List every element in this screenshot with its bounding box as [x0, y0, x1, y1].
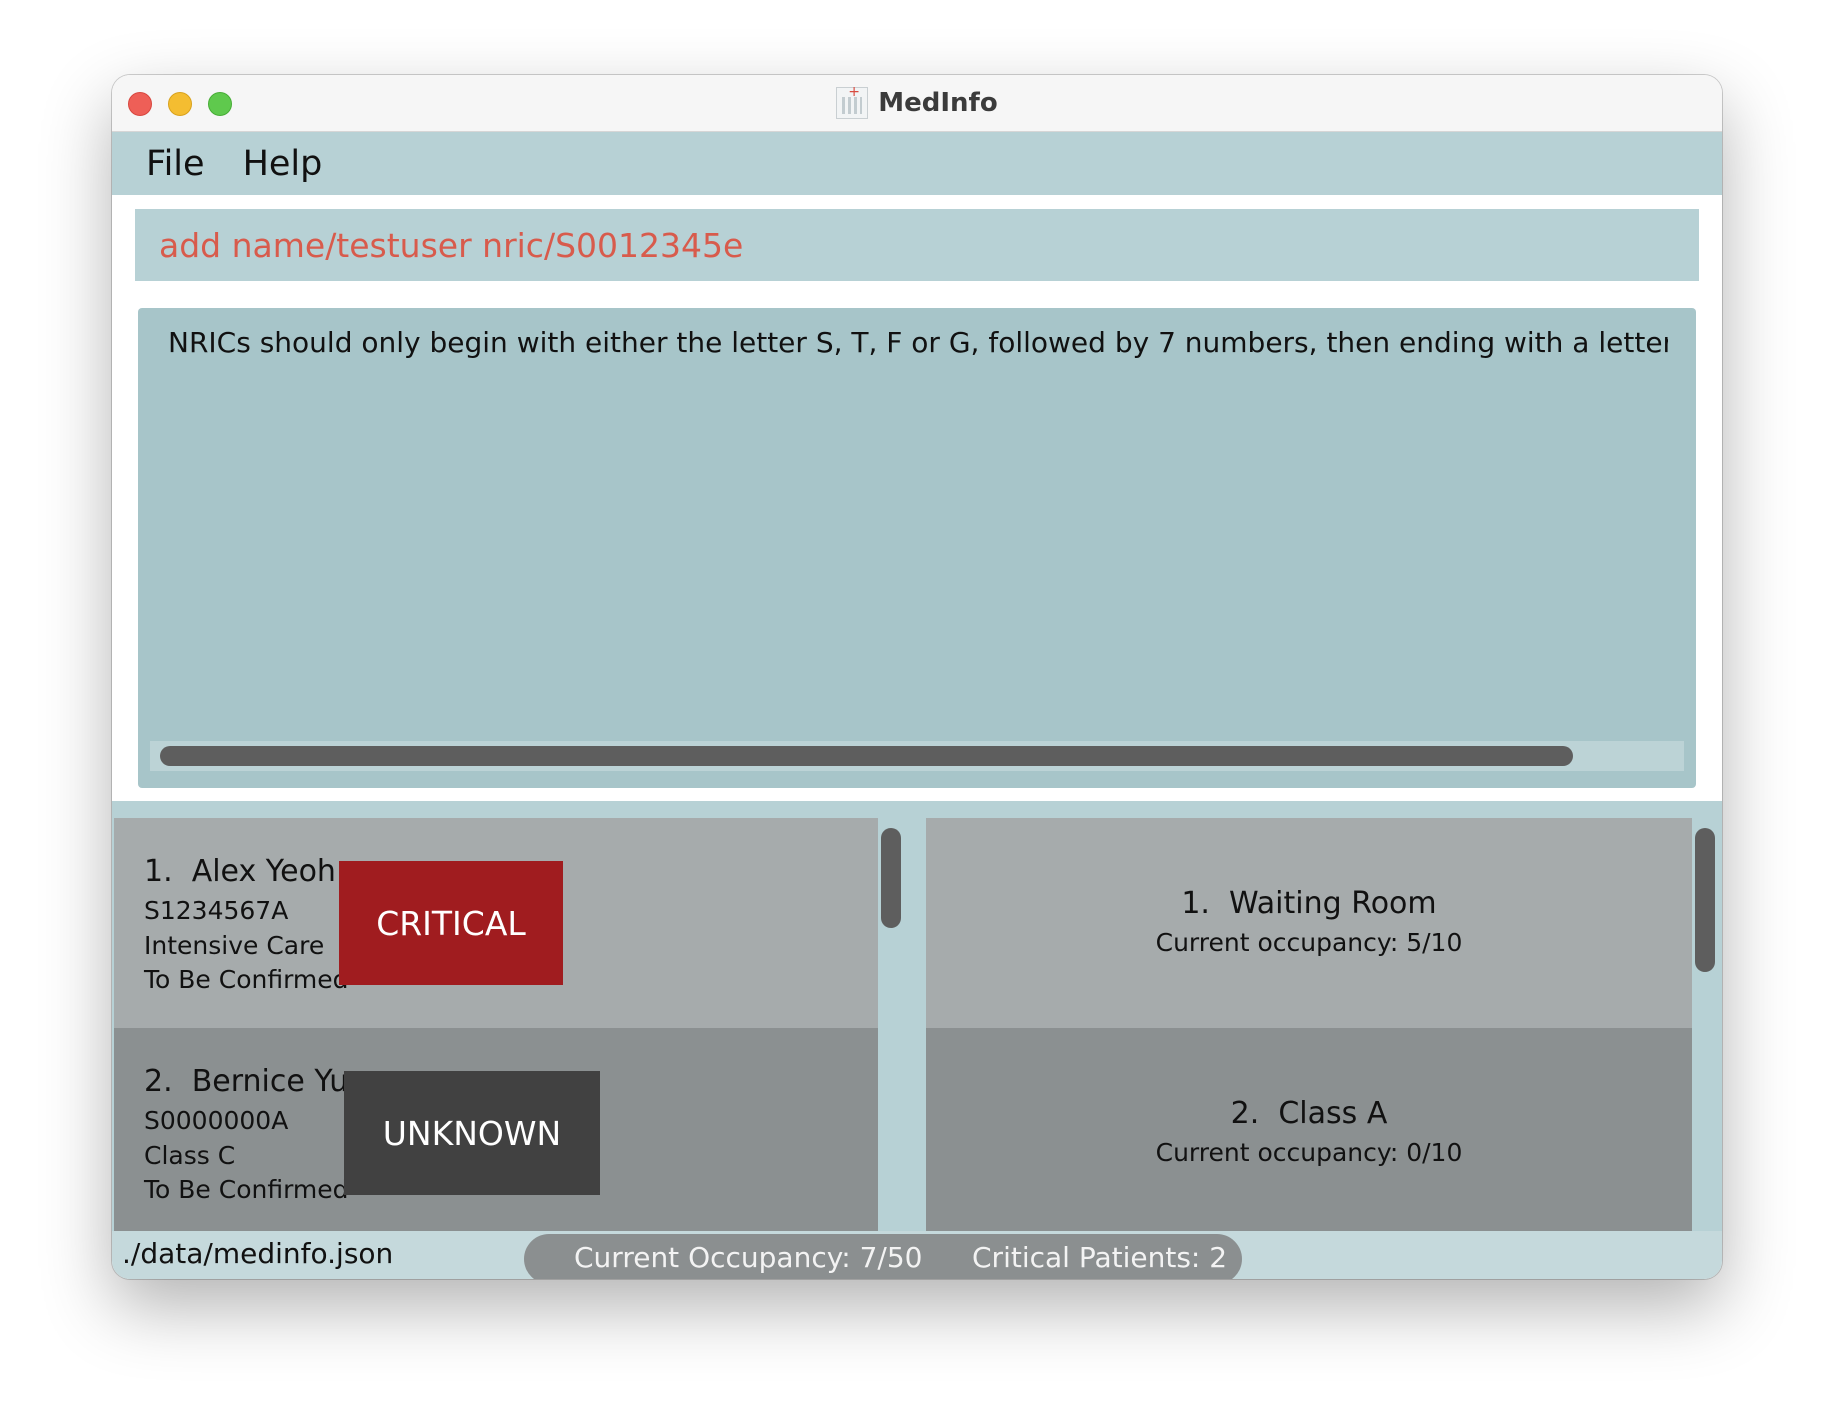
hospital-icon [836, 84, 869, 119]
patient-nric: S1234567A [144, 896, 289, 925]
patient-name-line: 2. Bernice Yu [144, 1064, 348, 1099]
horizontal-scrollbar[interactable] [150, 741, 1684, 771]
menu-bar: File Help [112, 132, 1722, 195]
patient-nric: S0000000A [144, 1106, 289, 1135]
ward-index: 2. [1230, 1096, 1260, 1131]
stats-pill: Current Occupancy: 7/50 Critical Patient… [524, 1234, 1242, 1279]
patient-list: 1. Alex Yeoh S1234567A Intensive Care To… [114, 818, 878, 1231]
result-message: NRICs should only begin with either the … [168, 326, 1668, 359]
app-window: MedInfo File Help add name/testuser nric… [112, 75, 1722, 1279]
ward-name-line: 1. Waiting Room [926, 886, 1692, 921]
ward-occupancy: Current occupancy: 0/10 [1155, 1138, 1463, 1167]
ward-name: Waiting Room [1229, 886, 1437, 921]
ward-list-scrollbar-thumb[interactable] [1695, 828, 1715, 972]
ward-list: 1. Waiting Room Current occupancy: 5/10 … [926, 818, 1692, 1231]
patient-index: 1. [144, 854, 173, 889]
patient-ward: Class C [144, 1141, 236, 1170]
patient-ward: Intensive Care [144, 931, 325, 960]
menu-help[interactable]: Help [243, 144, 323, 184]
horizontal-scrollbar-thumb[interactable] [160, 746, 1573, 766]
status-badge: UNKNOWN [344, 1071, 600, 1195]
patient-name-line: 1. Alex Yeoh [144, 854, 336, 889]
menu-file[interactable]: File [146, 144, 205, 184]
command-input[interactable]: add name/testuser nric/S0012345e [159, 226, 743, 265]
window-title-group: MedInfo [112, 75, 1722, 131]
patient-name: Bernice Yu [191, 1064, 349, 1099]
ward-name-line: 2. Class A [926, 1096, 1692, 1131]
status-badge: CRITICAL [339, 861, 563, 985]
window-title: MedInfo [878, 88, 998, 118]
ward-card[interactable]: 2. Class A Current occupancy: 0/10 [926, 1028, 1692, 1231]
ward-name: Class A [1278, 1096, 1388, 1131]
ward-occupancy: Current occupancy: 5/10 [1155, 928, 1463, 957]
patient-name: Alex Yeoh [191, 854, 336, 889]
total-occupancy: Current Occupancy: 7/50 [574, 1241, 923, 1274]
patient-list-scrollbar-thumb[interactable] [881, 828, 901, 928]
title-bar: MedInfo [112, 75, 1722, 132]
ward-index: 1. [1181, 886, 1210, 921]
result-display: NRICs should only begin with either the … [138, 308, 1696, 788]
lists-area: 1. Alex Yeoh S1234567A Intensive Care To… [112, 801, 1722, 1231]
ward-list-scrollbar[interactable] [1692, 818, 1718, 1231]
ward-card[interactable]: 1. Waiting Room Current occupancy: 5/10 [926, 818, 1692, 1028]
patient-card[interactable]: 1. Alex Yeoh S1234567A Intensive Care To… [114, 818, 878, 1028]
status-bar: ./data/medinfo.json Current Occupancy: 7… [112, 1231, 1722, 1279]
critical-patients-count: Critical Patients: 2 [972, 1241, 1228, 1274]
patient-index: 2. [144, 1064, 173, 1099]
save-file-path: ./data/medinfo.json [122, 1237, 394, 1270]
patient-discharge: To Be Confirmed [144, 965, 349, 994]
command-box[interactable]: add name/testuser nric/S0012345e [135, 209, 1699, 281]
patient-discharge: To Be Confirmed [144, 1175, 349, 1204]
patient-list-scrollbar[interactable] [878, 818, 904, 1231]
patient-card[interactable]: 2. Bernice Yu S0000000A Class C To Be Co… [114, 1028, 878, 1231]
